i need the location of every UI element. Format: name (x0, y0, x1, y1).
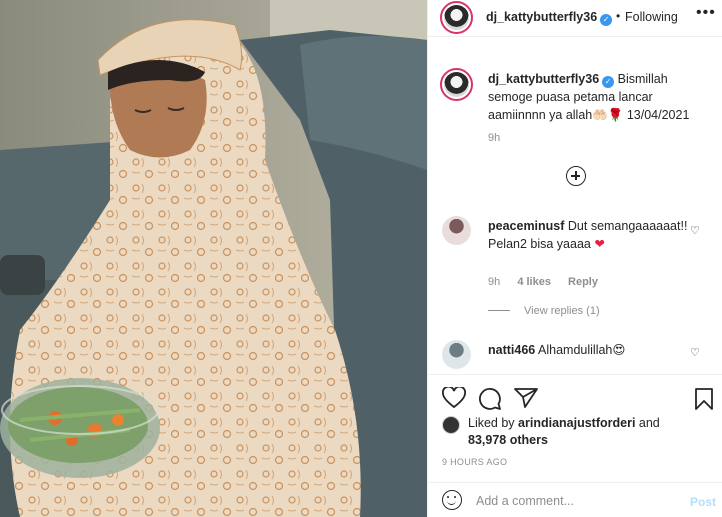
separator-dot: • (616, 9, 621, 23)
heart-eyes-emoji: 😍 (612, 343, 626, 357)
post-side-panel: dj_kattybutterfly36 ✓ • Following ••• dj_… (427, 0, 722, 517)
author-username[interactable]: dj_kattybutterfly36 ✓ (486, 10, 613, 26)
comment-time: 9h (488, 276, 501, 288)
comment-bubble-icon[interactable] (478, 387, 502, 411)
comment-text: peaceminusf Dut semangaaaaaat!! Pelan2 b… (488, 219, 688, 251)
save-bookmark-icon[interactable] (694, 387, 714, 411)
view-replies-button[interactable]: View replies (1) (488, 305, 600, 317)
post-header: dj_kattybutterfly36 ✓ • Following ••• (428, 0, 722, 37)
post-actions: Liked by arindianajustforderi and 83,978… (428, 374, 722, 474)
caption-avatar[interactable] (440, 68, 473, 101)
emoji-picker-icon[interactable] (442, 490, 462, 510)
likes-prefix: Liked by (468, 416, 519, 430)
caption-text: dj_kattybutterfly36 ✓ Bismillah semoge pu… (488, 72, 690, 122)
like-comment-heart-icon[interactable]: ♡ (690, 346, 700, 359)
commenter-avatar[interactable] (442, 340, 471, 369)
more-dots-icon[interactable]: ••• (696, 4, 716, 22)
commenter-username[interactable]: peaceminusf (488, 219, 564, 233)
post-photo[interactable] (0, 0, 427, 517)
comment-likes[interactable]: 4 likes (517, 276, 551, 288)
caption-time: 9h (488, 132, 501, 144)
comment-text: natti466 Alhamdulillah😍 (488, 343, 626, 357)
commenter-avatar[interactable] (442, 216, 471, 245)
heart-emoji: ❤ (594, 237, 605, 251)
liker-avatar[interactable] (442, 416, 460, 434)
like-heart-icon[interactable] (442, 387, 466, 409)
caption-username[interactable]: dj_kattybutterfly36 ✓ (488, 72, 615, 88)
like-comment-heart-icon[interactable]: ♡ (690, 224, 700, 237)
liker-username[interactable]: arindianajustforderi (518, 416, 635, 430)
photo-illustration (0, 0, 427, 517)
divider-line (488, 310, 510, 311)
add-comment-bar: Post (428, 482, 722, 517)
reply-button[interactable]: Reply (568, 276, 598, 288)
following-button[interactable]: Following (625, 10, 678, 24)
likes-others-link[interactable]: 83,978 others (468, 433, 548, 447)
comment-meta: 9h 4 likes Reply (488, 276, 612, 288)
verified-badge-icon: ✓ (600, 14, 613, 26)
commenter-username[interactable]: natti466 (488, 343, 535, 357)
author-avatar[interactable] (440, 1, 473, 34)
post-timestamp[interactable]: 9 HOURS AGO (442, 457, 507, 467)
post-comment-button[interactable]: Post (690, 495, 716, 509)
verified-badge-icon: ✓ (602, 76, 615, 88)
comment-input[interactable] (476, 491, 666, 511)
load-more-comments-icon[interactable] (566, 166, 586, 186)
share-send-icon[interactable] (514, 387, 538, 409)
likes-middle: and (635, 416, 660, 430)
